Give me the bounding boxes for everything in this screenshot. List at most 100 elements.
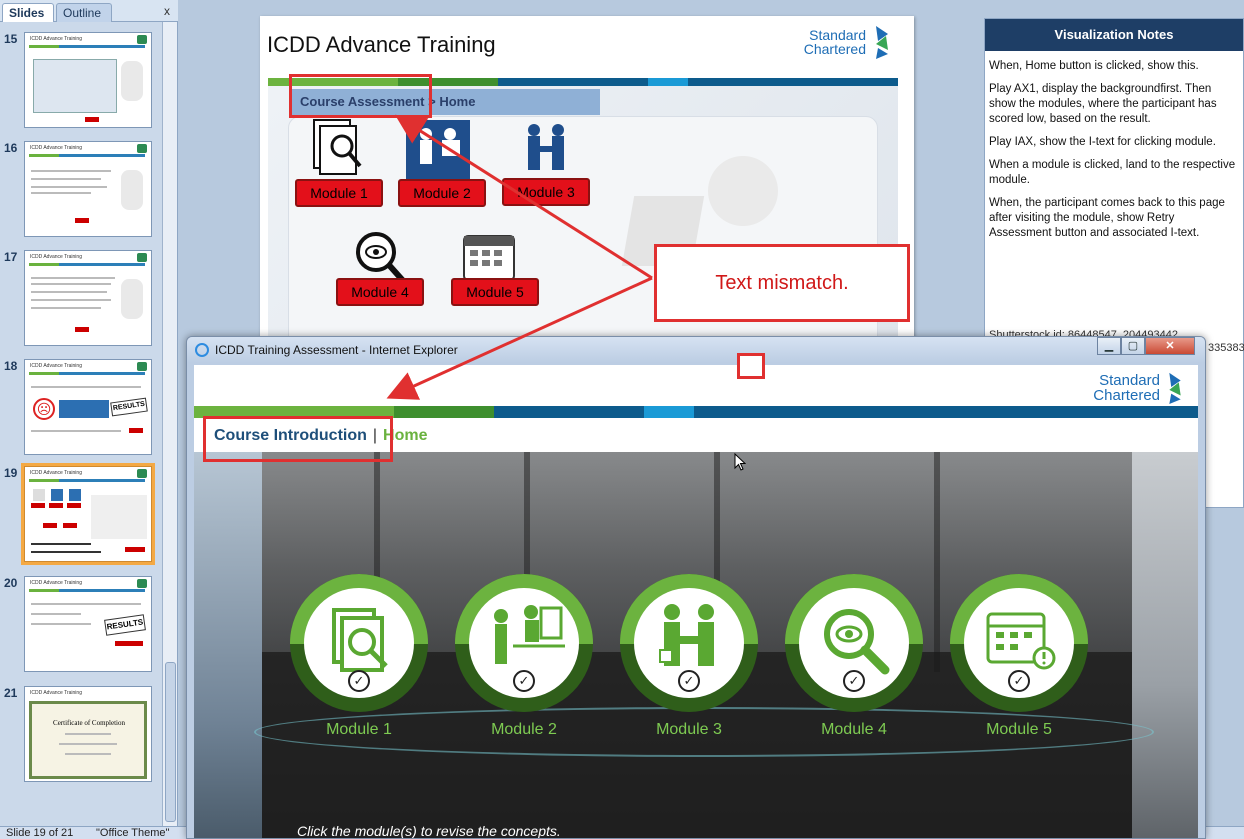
- thumb-text-line: [31, 543, 91, 545]
- slides-scrollbar[interactable]: [162, 22, 177, 830]
- thumb-text-line: [31, 277, 115, 279]
- logo-icon: [137, 144, 147, 153]
- thumb-text-line: [31, 307, 101, 309]
- thumb-figure: [121, 279, 143, 319]
- sad-face-icon: ☹: [33, 398, 55, 420]
- thumb-module-icon: [69, 489, 81, 501]
- thumb-button: [31, 503, 45, 508]
- results-stamp: RESULTS: [104, 614, 146, 636]
- scrollbar-thumb[interactable]: [165, 662, 176, 822]
- tab-slides[interactable]: Slides: [2, 3, 54, 22]
- standard-chartered-logo: Standard Chartered: [792, 24, 892, 60]
- thumb-band-green: [29, 372, 59, 375]
- annotation-marker: [737, 353, 765, 379]
- thumb-button: [49, 503, 63, 508]
- logo-icon: [137, 362, 147, 371]
- module-label: Module 2: [491, 721, 557, 738]
- thumbnail-title: ICDD Advance Training: [30, 254, 82, 260]
- thumb-band-green: [29, 479, 59, 482]
- logo-icon: [137, 579, 147, 588]
- module-5-tile[interactable]: ✓ Module 5: [950, 574, 1088, 764]
- thumbnail-title: ICDD Advance Training: [30, 470, 82, 476]
- close-button[interactable]: ✕: [1145, 337, 1195, 355]
- slide-module-4-button[interactable]: Module 4: [336, 278, 424, 306]
- thumb-band-green: [29, 45, 59, 48]
- module-label: Module 5: [986, 721, 1052, 738]
- module-label: Module 3: [656, 721, 722, 738]
- results-stamp: RESULTS: [110, 397, 148, 417]
- logo-text: Standard Chartered: [804, 28, 866, 56]
- slide-thumbnail-16[interactable]: 16 ICDD Advance Training: [0, 141, 162, 241]
- module-4-tile[interactable]: ✓ Module 4: [785, 574, 923, 764]
- annotation-callout: Text mismatch.: [654, 244, 910, 322]
- thumb-text-line: [59, 743, 117, 745]
- notes-text: Play AX1, display the backgroundfirst. T…: [989, 83, 1217, 125]
- thumb-text-line: [31, 178, 101, 180]
- logo-icon: [137, 35, 147, 44]
- slide-thumbnail-15[interactable]: 15 ICDD Advance Training: [0, 32, 162, 132]
- window-mullion: [934, 452, 940, 672]
- slide-thumbnail-18[interactable]: 18 ICDD Advance Training ☹ RESULTS: [0, 359, 162, 459]
- ie-title-bar[interactable]: ICDD Training Assessment - Internet Expl…: [187, 337, 1205, 363]
- slide-number: 15: [4, 32, 18, 46]
- thumbnail-title: ICDD Advance Training: [30, 36, 82, 42]
- thumb-figure: [121, 61, 143, 101]
- module-2-tile[interactable]: ✓ Module 2: [455, 574, 593, 764]
- thumb-button: [129, 428, 143, 433]
- check-icon: ✓: [843, 670, 865, 692]
- figure-head: [708, 156, 778, 226]
- check-icon: ✓: [348, 670, 370, 692]
- notes-header: Visualization Notes: [985, 19, 1243, 51]
- thumb-button: [125, 547, 145, 552]
- sc-logo-icon: [1169, 372, 1181, 405]
- thumb-text-line: [31, 551, 101, 553]
- thumbnail-title: ICDD Advance Training: [30, 580, 82, 586]
- thumbnail-image: ICDD Advance Training: [24, 250, 152, 346]
- thumb-scene: [91, 495, 147, 539]
- maximize-button[interactable]: ▢: [1121, 337, 1145, 355]
- tab-outline[interactable]: Outline: [56, 3, 112, 22]
- minimize-button[interactable]: ▁: [1097, 337, 1121, 355]
- thumb-button: [75, 327, 89, 332]
- module-3-tile[interactable]: ✓ Module 3: [620, 574, 758, 764]
- thumb-button: [75, 218, 89, 223]
- thumbnail-image: ICDD Advance Training ☹ RESULTS: [24, 359, 152, 455]
- thumb-text-line: [31, 430, 121, 432]
- thumb-band-green: [29, 154, 59, 157]
- slide-thumbnail-19[interactable]: 19 ICDD Advance Training: [0, 463, 162, 566]
- thumbnail-title: ICDD Advance Training: [30, 690, 82, 696]
- thumb-text-line: [31, 613, 81, 615]
- slide-thumbnail-20[interactable]: 20 ICDD Advance Training RESULTS: [0, 576, 162, 676]
- thumbnail-image: ICDD Advance Training: [24, 141, 152, 237]
- thumb-module-icon: [51, 489, 63, 501]
- sc-logo-icon: [876, 26, 888, 59]
- notes-text: Play IAX, show the I-text for clicking m…: [989, 136, 1216, 148]
- close-pane-icon[interactable]: x: [164, 4, 170, 18]
- slide-module-1-button[interactable]: Module 1: [295, 179, 383, 207]
- slide-number: 17: [4, 250, 18, 264]
- certificate-heading: Certificate of Completion: [53, 719, 125, 727]
- slide-module-5-button[interactable]: Module 5: [451, 278, 539, 306]
- thumbnail-title: ICDD Advance Training: [30, 363, 82, 369]
- thumb-module-icon: [33, 489, 45, 501]
- slide-module-3-button[interactable]: Module 3: [502, 178, 590, 206]
- course-header: Standard Chartered: [194, 365, 1198, 407]
- mouse-cursor-icon: [734, 453, 746, 471]
- pane-tabs: Slides Outline x: [0, 0, 178, 22]
- logo-line-2: Chartered: [803, 41, 866, 57]
- slide-module-2-button[interactable]: Module 2: [398, 179, 486, 207]
- thumb-text-line: [31, 192, 91, 194]
- slide-thumbnail-17[interactable]: 17 ICDD Advance Training: [0, 250, 162, 350]
- instruction-text: Click the module(s) to revise the concep…: [297, 823, 561, 839]
- thumb-button: [67, 503, 81, 508]
- slide-thumbnail-21[interactable]: 21 ICDD Advance Training Certificate of …: [0, 686, 162, 786]
- notes-text: When a module is clicked, land to the re…: [989, 159, 1236, 186]
- thumb-speech-bubble: [59, 400, 109, 418]
- module-1-tile[interactable]: ✓ Module 1: [290, 574, 428, 764]
- thumb-text-line: [31, 170, 111, 172]
- ie-window-title: ICDD Training Assessment - Internet Expl…: [215, 343, 458, 357]
- presenter-icon: [406, 120, 470, 180]
- thumb-text-line: [31, 603, 141, 605]
- thumb-screenshot: [33, 59, 117, 113]
- certificate-frame: [29, 701, 147, 779]
